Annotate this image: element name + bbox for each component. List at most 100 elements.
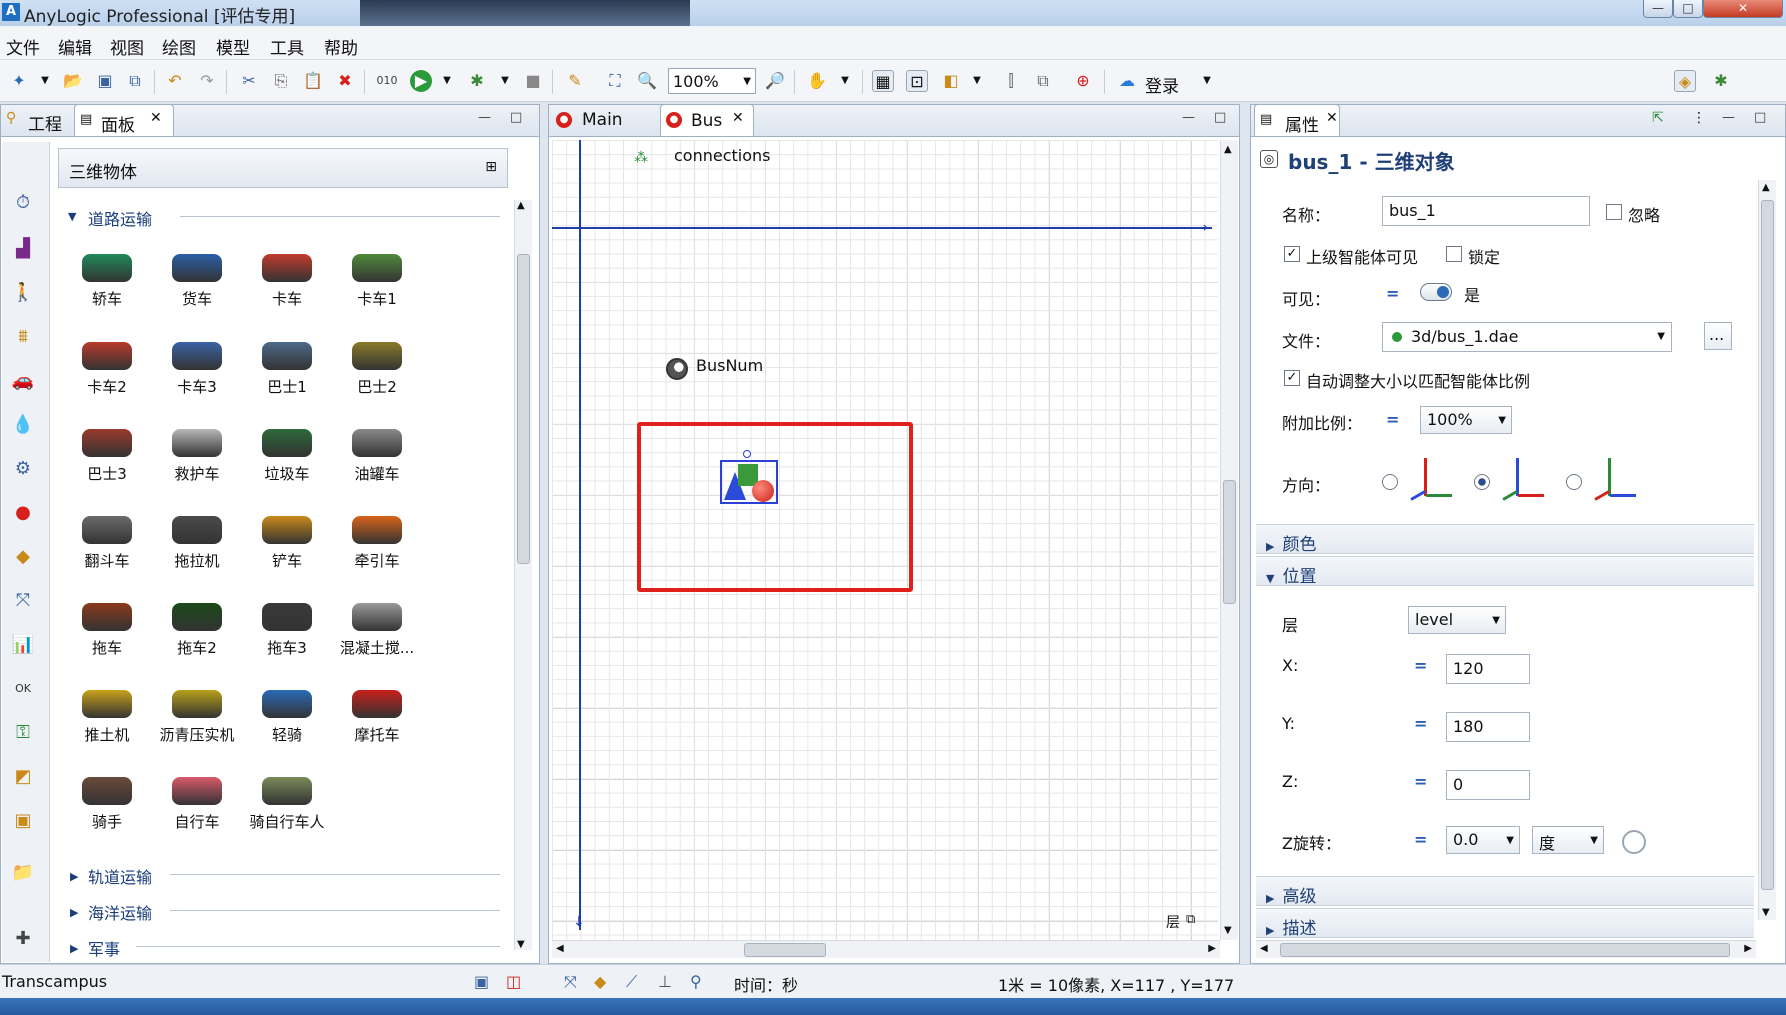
menu-view[interactable]: 视图	[110, 34, 144, 59]
parameter-icon[interactable]	[666, 358, 688, 380]
analysis-icon[interactable]: 📊	[10, 632, 36, 658]
palette-item[interactable]: 货车	[152, 254, 242, 309]
export-icon[interactable]: ⇱	[1652, 110, 1664, 126]
palette-scrollbar[interactable]: ▲ ▼	[514, 200, 532, 950]
palette-item[interactable]: 卡车3	[152, 342, 242, 397]
measure-icon[interactable]: ⚲	[690, 972, 702, 991]
static-value-icon[interactable]: =	[1386, 284, 1399, 303]
scroll-right-icon[interactable]: ▶	[1744, 943, 1752, 954]
layers-label[interactable]: 层	[1166, 912, 1180, 932]
my-library-icon[interactable]: 📁	[10, 860, 36, 886]
browse-file-button[interactable]: ...	[1704, 322, 1732, 350]
agent-icon[interactable]: ●	[10, 500, 36, 526]
paste-icon[interactable]: 📋	[302, 70, 324, 92]
palette-item[interactable]: 巴士2	[332, 342, 422, 397]
view-menu-icon[interactable]: ⋮	[1692, 110, 1706, 126]
scroll-up-icon[interactable]: ▲	[517, 200, 525, 211]
tab-project[interactable]: 工程	[20, 104, 70, 136]
cut-icon[interactable]: ✂	[238, 70, 260, 92]
palette-item[interactable]: 拖拉机	[152, 516, 242, 571]
fluid-icon[interactable]: 💧	[10, 412, 36, 438]
section-rail-transport[interactable]: 轨道运输	[88, 864, 152, 888]
section-position[interactable]: ▼ 位置	[1256, 556, 1754, 587]
palette-item[interactable]: 推土机	[62, 690, 152, 745]
space-markup-icon[interactable]: ⤧	[10, 588, 36, 614]
scroll-thumb[interactable]	[1280, 943, 1730, 957]
section-description[interactable]: ▶ 描述	[1256, 908, 1754, 939]
section-road-transport[interactable]: 道路运输	[88, 206, 152, 230]
zoom-out-icon[interactable]: 🔍	[636, 70, 658, 92]
align-icon[interactable]: ⫿	[1000, 70, 1022, 92]
layer-select[interactable]: level ▼	[1408, 606, 1506, 634]
visible-toggle[interactable]	[1420, 283, 1452, 301]
rail-icon[interactable]: ⩩	[10, 324, 36, 350]
static-value-icon[interactable]: =	[1414, 714, 1427, 733]
save-icon[interactable]: ▣	[94, 70, 116, 92]
new-model-icon[interactable]: ✦	[8, 70, 30, 92]
layers-icon[interactable]: ⧉	[1186, 912, 1195, 927]
section-sea-transport[interactable]: 海洋运输	[88, 900, 152, 924]
static-value-icon[interactable]: =	[1414, 772, 1427, 791]
controls-icon[interactable]: OK	[10, 676, 36, 702]
path-icon[interactable]: ⟋	[626, 972, 637, 992]
3d-object-bus-1[interactable]	[720, 460, 778, 504]
x-input[interactable]: 120	[1446, 654, 1530, 684]
axis-icon[interactable]: ⊥	[658, 972, 672, 991]
file-select[interactable]: 3d/bus_1.dae ▼	[1382, 322, 1672, 352]
presentation-icon[interactable]: ◆	[594, 972, 606, 991]
minimize-panel-icon[interactable]: —	[478, 110, 491, 125]
login-dropdown-icon[interactable]: ▼	[1196, 70, 1218, 92]
scroll-down-icon[interactable]: ▼	[517, 939, 525, 950]
stop-icon[interactable]: ■	[522, 70, 544, 92]
scroll-left-icon[interactable]: ◀	[1260, 943, 1268, 954]
palette-item[interactable]: 卡车1	[332, 254, 422, 309]
palette-item[interactable]: 混凝土搅...	[332, 603, 422, 658]
connections-icon[interactable]: ⁂	[634, 150, 648, 166]
palette-item[interactable]: 翻斗车	[62, 516, 152, 571]
scroll-thumb[interactable]	[517, 254, 530, 564]
debug-dropdown-icon[interactable]: ▼	[494, 70, 516, 92]
console-icon[interactable]: ▣	[474, 972, 489, 991]
redo-icon[interactable]: ↷	[196, 70, 218, 92]
show-in-upper-agent-checkbox[interactable]: ✓	[1284, 246, 1300, 262]
connectivity-icon[interactable]: ⚿	[10, 720, 36, 746]
section-advanced[interactable]: ▶ 高级	[1256, 876, 1754, 907]
properties-vertical-scrollbar[interactable]: ▲ ▼	[1758, 180, 1776, 920]
direction-y-up-alt-radio[interactable]	[1566, 474, 1582, 490]
palette-item[interactable]: 拖车2	[152, 603, 242, 658]
z-rotation-select[interactable]: 0.0 ▼	[1446, 826, 1520, 854]
palette-item[interactable]: 垃圾车	[242, 429, 332, 484]
palette-item[interactable]: 卡车2	[62, 342, 152, 397]
palette-item[interactable]: 救护车	[152, 429, 242, 484]
scroll-down-icon[interactable]: ▼	[1762, 907, 1770, 918]
menu-model[interactable]: 模型	[216, 34, 250, 59]
run-dropdown-icon[interactable]: ▼	[436, 70, 458, 92]
arrange-dropdown-icon[interactable]: ▼	[966, 70, 988, 92]
pictures-icon[interactable]: ◩	[10, 764, 36, 790]
hand-icon[interactable]: ✋	[806, 70, 828, 92]
palette-item[interactable]: 轿车	[62, 254, 152, 309]
login-button[interactable]: 登录	[1145, 72, 1179, 97]
distribute-icon[interactable]: ⧉	[1032, 70, 1054, 92]
rotation-dial-icon[interactable]	[1622, 830, 1646, 854]
zoom-fit-icon[interactable]: ⛶	[604, 70, 626, 92]
minimize-window-button[interactable]: —	[1643, 0, 1673, 18]
z-input[interactable]: 0	[1446, 770, 1530, 800]
palette-item[interactable]: 拖车3	[242, 603, 332, 658]
minimize-panel-icon[interactable]: —	[1182, 110, 1195, 125]
ignore-checkbox[interactable]	[1606, 204, 1622, 220]
delete-icon[interactable]: ✖	[334, 70, 356, 92]
scroll-thumb[interactable]	[1223, 480, 1236, 604]
minimize-panel-icon[interactable]: —	[1722, 110, 1735, 125]
zoom-in-icon[interactable]: 🔎	[764, 70, 786, 92]
maximize-panel-icon[interactable]: □	[510, 110, 522, 125]
help-lifebuoy-icon[interactable]: ⊕	[1072, 70, 1094, 92]
menu-file[interactable]: 文件	[6, 34, 40, 59]
pedestrian-icon[interactable]: 🚶	[10, 280, 36, 306]
road-traffic-icon[interactable]: 🚗	[10, 368, 36, 394]
maximize-window-button[interactable]: □	[1673, 0, 1703, 18]
close-tab-icon[interactable]: ✕	[732, 110, 744, 126]
problems-icon[interactable]: ◫	[506, 972, 521, 991]
canvas-horizontal-scrollbar[interactable]: ◀ ▶	[552, 940, 1220, 958]
palette-item[interactable]: 沥青压实机	[152, 690, 242, 745]
